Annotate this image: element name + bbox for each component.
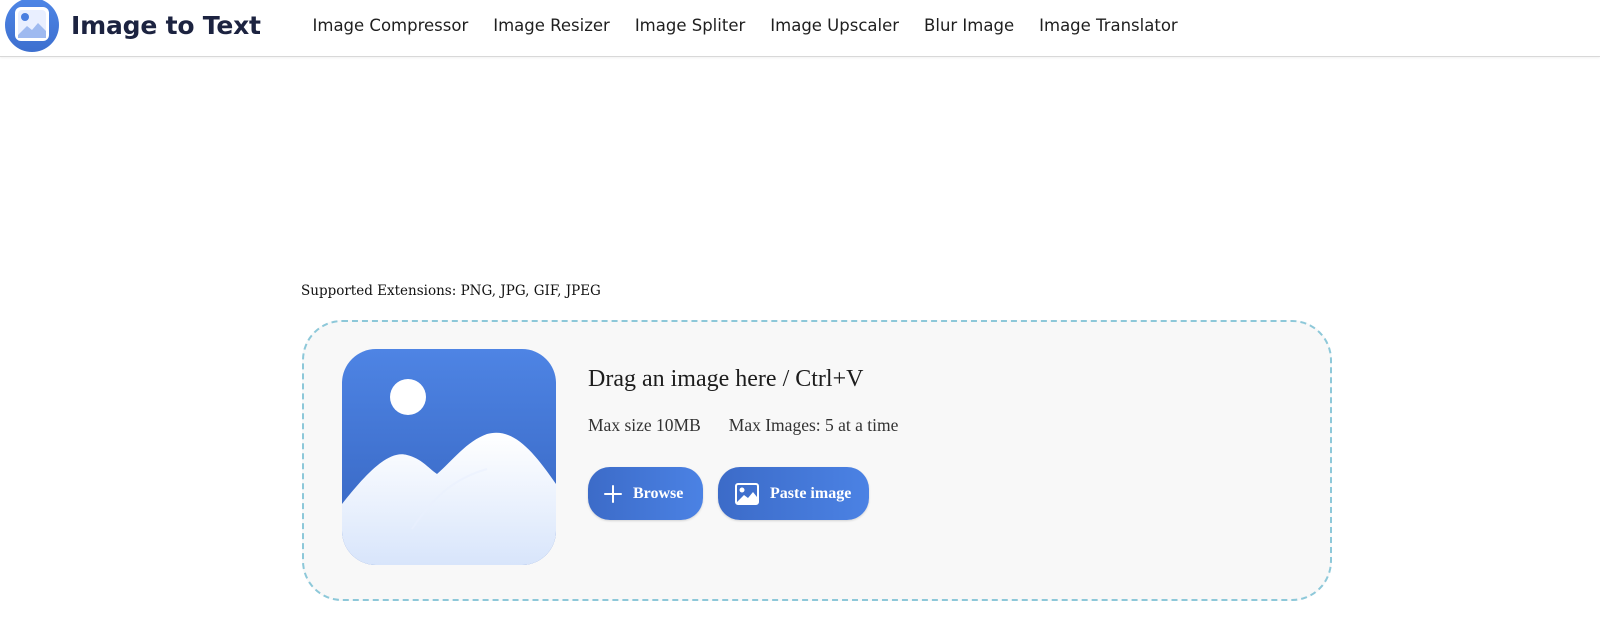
image-icon xyxy=(735,482,759,505)
paste-image-button[interactable]: Paste image xyxy=(718,467,869,520)
max-size-text: Max size 10MB xyxy=(588,415,701,435)
paste-image-label: Paste image xyxy=(770,484,852,502)
site-header: Image to Text Image Compressor Image Res… xyxy=(0,0,1600,57)
image-landscape-icon xyxy=(342,349,556,565)
upload-limits: Max size 10MB Max Images: 5 at a time xyxy=(588,415,898,436)
max-images-text: Max Images: 5 at a time xyxy=(728,415,899,435)
nav-blur-image[interactable]: Blur Image xyxy=(912,16,1027,35)
nav-image-upscaler[interactable]: Image Upscaler xyxy=(758,16,912,35)
supported-extensions: Supported Extensions: PNG, JPG, GIF, JPE… xyxy=(301,283,601,299)
dropzone-title: Drag an image here / Ctrl+V xyxy=(588,366,864,392)
image-dropzone[interactable]: Drag an image here / Ctrl+V Max size 10M… xyxy=(302,320,1332,601)
nav-image-spliter[interactable]: Image Spliter xyxy=(622,16,757,35)
browse-label: Browse xyxy=(633,484,684,502)
logo-image-icon xyxy=(5,0,59,52)
nav-image-resizer[interactable]: Image Resizer xyxy=(481,16,623,35)
brand-name: Image to Text xyxy=(71,10,261,40)
browse-button[interactable]: Browse xyxy=(588,467,703,520)
logo-link[interactable]: Image to Text xyxy=(5,0,261,52)
plus-icon xyxy=(604,484,622,503)
nav-image-compressor[interactable]: Image Compressor xyxy=(300,16,481,35)
main-nav: Image Compressor Image Resizer Image Spl… xyxy=(300,0,1190,50)
nav-image-translator[interactable]: Image Translator xyxy=(1027,16,1191,35)
